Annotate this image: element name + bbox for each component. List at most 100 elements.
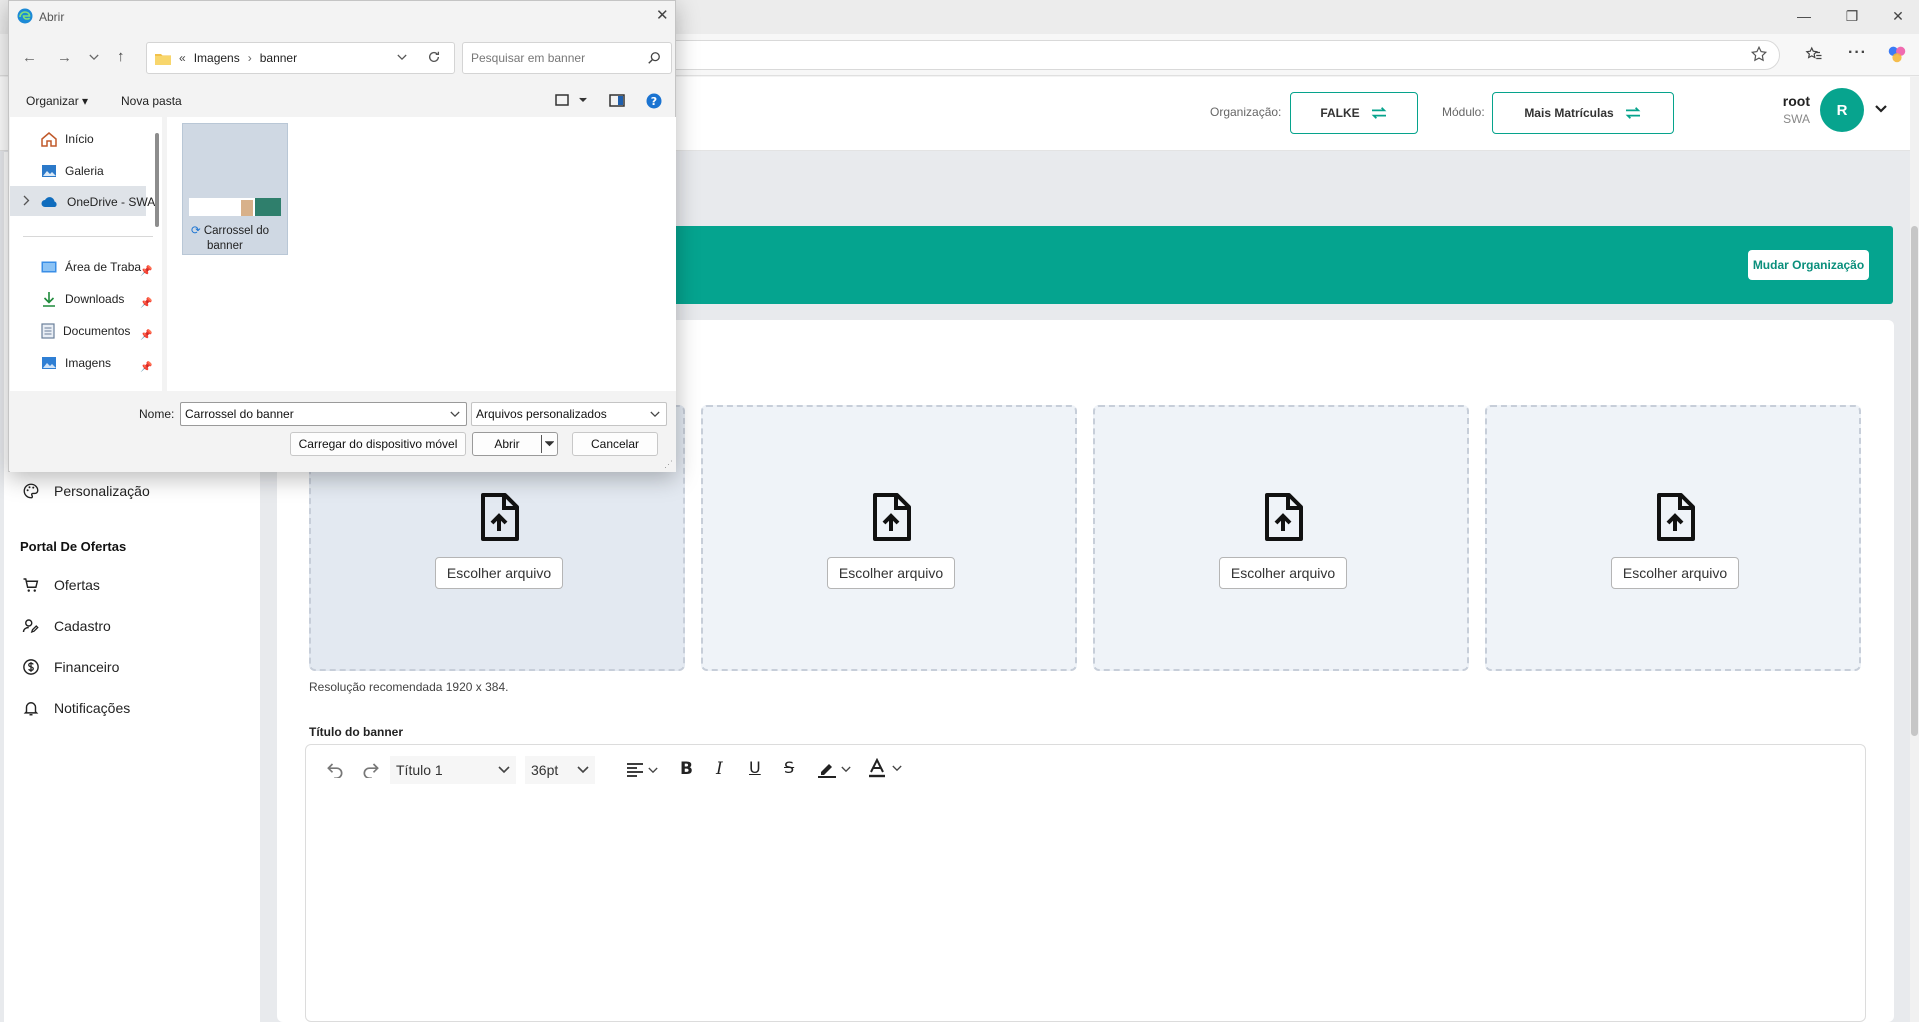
cancel-button[interactable]: Cancelar	[572, 432, 658, 456]
sidebar-item-financeiro[interactable]: Financeiro	[22, 655, 119, 679]
sidebar-section-title: Portal De Ofertas	[20, 539, 127, 554]
nav-item-downloads[interactable]: Downloads	[41, 290, 124, 308]
choose-file-button[interactable]: Escolher arquivo	[435, 557, 563, 589]
sidebar-item-label: Financeiro	[54, 659, 120, 675]
close-window-icon[interactable]: ✕	[1888, 8, 1908, 26]
path-dropdown-icon[interactable]	[397, 54, 407, 61]
swap-icon	[1371, 107, 1387, 119]
favorites-icon[interactable]	[1804, 45, 1824, 63]
pin-icon[interactable]: 📌	[140, 266, 152, 277]
nav-item-onedrive[interactable]: OneDrive - SWA	[41, 193, 156, 211]
banner-title-label: Título do banner	[309, 725, 403, 739]
module-value: Mais Matrículas	[1524, 106, 1614, 120]
heading-select-value: Título 1	[396, 762, 443, 778]
nav-item-inicio[interactable]: Início	[41, 130, 94, 148]
nav-item-label: Imagens	[65, 356, 112, 370]
search-input[interactable]: Pesquisar em banner	[462, 42, 672, 74]
forward-arrow-icon[interactable]: →	[57, 49, 72, 66]
file-item-name-line1: Carrossel do	[203, 225, 270, 237]
font-color-dropdown[interactable]	[868, 758, 902, 778]
file-item-selected[interactable]: ⟳ Carrossel do banner	[182, 123, 288, 255]
align-left-icon	[627, 763, 643, 777]
nav-divider	[23, 236, 153, 237]
refresh-icon[interactable]	[427, 50, 441, 64]
rich-text-editor[interactable]	[305, 744, 1866, 1022]
preview-pane-icon[interactable]	[609, 94, 625, 107]
path-breadcrumb[interactable]: « Imagens › banner	[146, 42, 455, 74]
restore-icon[interactable]: ❐	[1842, 8, 1862, 26]
breadcrumb-item[interactable]: banner	[260, 51, 297, 65]
load-from-mobile-button[interactable]: Carregar do dispositivo móvel	[290, 432, 466, 456]
pin-icon[interactable]: 📌	[140, 298, 152, 309]
close-icon[interactable]: ✕	[656, 6, 669, 24]
pin-icon[interactable]: 📌	[140, 362, 152, 373]
expand-chevron-icon[interactable]	[23, 195, 30, 206]
align-dropdown[interactable]	[626, 762, 658, 778]
page-scrollbar-thumb[interactable]	[1911, 226, 1918, 736]
font-size-select[interactable]: 36pt	[525, 756, 595, 784]
nav-item-imagens[interactable]: Imagens	[41, 354, 111, 372]
file-item-name: ⟳ Carrossel do banner	[191, 224, 285, 254]
redo-icon[interactable]	[361, 760, 381, 778]
address-bar[interactable]	[660, 40, 1780, 70]
nav-pane-scrollbar[interactable]	[155, 133, 159, 227]
breadcrumb-separator-icon: ›	[247, 51, 252, 65]
upload-dropzone[interactable]: Escolher arquivo	[1485, 405, 1861, 671]
up-arrow-icon[interactable]: ↑	[117, 48, 125, 65]
chevron-down-icon	[648, 767, 658, 773]
choose-file-button[interactable]: Escolher arquivo	[1611, 557, 1739, 589]
nav-item-galeria[interactable]: Galeria	[41, 162, 104, 180]
choose-file-button[interactable]: Escolher arquivo	[1219, 557, 1347, 589]
new-folder-button[interactable]: Nova pasta	[121, 94, 182, 108]
organization-switch-button[interactable]: FALKE	[1290, 92, 1418, 134]
sidebar-item-notificacoes[interactable]: Notificações	[22, 696, 130, 720]
nav-item-label: OneDrive - SWA	[67, 195, 156, 209]
nav-item-label: Downloads	[65, 292, 125, 306]
sidebar-item-cadastro[interactable]: Cadastro	[22, 614, 111, 638]
minimize-icon[interactable]: —	[1794, 8, 1814, 26]
organization-label: Organização:	[1210, 105, 1282, 119]
chevron-down-icon[interactable]	[545, 441, 554, 447]
favorite-star-icon[interactable]	[1750, 45, 1768, 63]
navigation-pane	[10, 117, 162, 391]
copilot-icon[interactable]	[1886, 43, 1908, 65]
breadcrumb-overflow-icon[interactable]: «	[179, 51, 186, 65]
organize-menu[interactable]: Organizar ▾	[26, 94, 88, 108]
desktop-icon	[41, 261, 57, 272]
view-options[interactable]	[555, 94, 587, 106]
choose-file-button[interactable]: Escolher arquivo	[827, 557, 955, 589]
sidebar-item-ofertas[interactable]: Ofertas	[22, 573, 100, 597]
recent-dropdown-icon[interactable]	[89, 54, 99, 61]
strikethrough-icon[interactable]: S	[784, 758, 794, 777]
bold-icon[interactable]: B	[680, 759, 693, 779]
pin-icon[interactable]: 📌	[140, 330, 152, 341]
module-switch-button[interactable]: Mais Matrículas	[1492, 92, 1674, 134]
highlighter-icon	[818, 764, 836, 778]
more-menu-icon[interactable]: ···	[1848, 44, 1867, 62]
change-organization-button[interactable]: Mudar Organização	[1748, 250, 1869, 280]
file-name-input[interactable]: Carrossel do banner	[180, 402, 467, 426]
upload-dropzone[interactable]: Escolher arquivo	[1093, 405, 1469, 671]
open-button[interactable]: Abrir	[472, 432, 558, 456]
nav-item-desktop[interactable]: Área de Traba	[41, 258, 153, 276]
italic-icon[interactable]: I	[716, 759, 723, 779]
file-upload-icon	[1265, 493, 1303, 541]
file-type-select[interactable]: Arquivos personalizados	[471, 402, 667, 426]
highlight-dropdown[interactable]	[817, 760, 851, 778]
help-icon[interactable]: ?	[646, 93, 662, 109]
sidebar-item-personalizacao[interactable]: Personalização	[22, 479, 150, 503]
nav-item-documentos[interactable]: Documentos	[41, 322, 130, 340]
underline-icon[interactable]: U	[749, 758, 761, 777]
gallery-icon	[42, 165, 56, 177]
home-icon	[41, 131, 57, 147]
resize-grip-icon[interactable]: ⋰	[664, 459, 673, 470]
chevron-down-icon[interactable]	[1874, 104, 1888, 114]
back-arrow-icon[interactable]: ←	[22, 49, 37, 66]
breadcrumb-item[interactable]: Imagens	[194, 51, 240, 65]
undo-icon[interactable]	[325, 760, 345, 778]
upload-dropzone[interactable]: Escolher arquivo	[701, 405, 1077, 671]
avatar[interactable]: R	[1820, 88, 1864, 132]
heading-select[interactable]: Título 1	[390, 756, 516, 784]
resolution-hint: Resolução recomendada 1920 x 384.	[309, 680, 509, 694]
file-type-value: Arquivos personalizados	[476, 407, 607, 421]
